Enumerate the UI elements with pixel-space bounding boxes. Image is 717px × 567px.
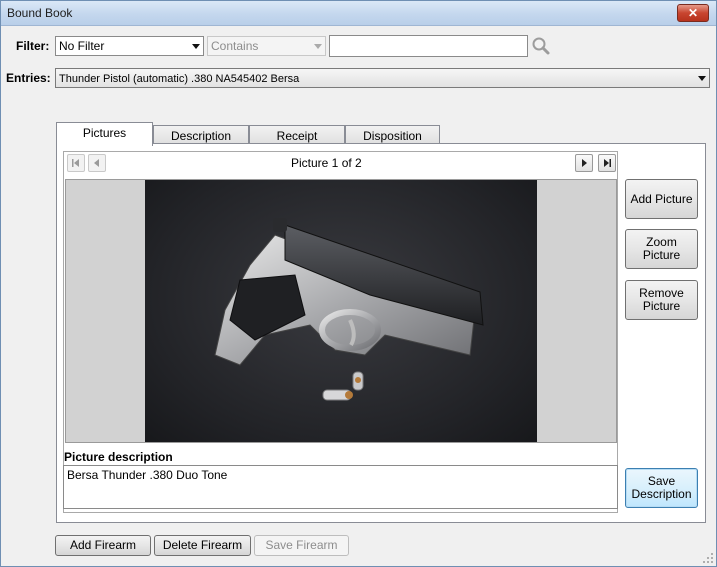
picture-description-value: Bersa Thunder .380 Duo Tone	[67, 468, 228, 482]
last-icon	[604, 159, 611, 167]
remove-picture-label-line2: Picture	[642, 299, 681, 313]
chevron-down-icon	[698, 76, 706, 81]
chevron-down-icon	[192, 44, 200, 49]
zoom-picture-button[interactable]: Zoom Picture	[625, 229, 698, 269]
delete-firearm-button[interactable]: Delete Firearm	[154, 535, 251, 556]
first-icon	[72, 159, 79, 167]
save-description-label-line2: Description	[631, 487, 692, 501]
add-picture-label: Add Picture	[630, 191, 693, 206]
close-icon: ✕	[687, 6, 699, 20]
tab-pictures[interactable]: Pictures	[56, 122, 153, 146]
next-picture-button[interactable]	[575, 154, 593, 172]
save-description-button[interactable]: Save Description	[625, 468, 698, 508]
resize-grip-icon[interactable]	[702, 552, 714, 564]
tab-description-label: Description	[170, 129, 232, 143]
filter-operator-select: Contains	[207, 36, 326, 56]
filter-label: Filter:	[16, 39, 50, 53]
zoom-picture-label-line2: Picture	[642, 248, 681, 262]
tab-description[interactable]: Description	[153, 125, 249, 145]
tab-pictures-label: Pictures	[82, 126, 127, 140]
add-firearm-label: Add Firearm	[69, 538, 137, 552]
tab-disposition-label: Disposition	[363, 129, 422, 143]
picture-description-input[interactable]: Bersa Thunder .380 Duo Tone	[63, 465, 618, 509]
search-button[interactable]	[531, 36, 551, 56]
add-firearm-button[interactable]: Add Firearm	[55, 535, 151, 556]
close-button[interactable]: ✕	[677, 4, 709, 22]
previous-picture-button[interactable]	[88, 154, 106, 172]
picture-description-label: Picture description	[64, 450, 173, 464]
chevron-down-icon	[314, 44, 322, 49]
tab-receipt-label: Receipt	[276, 129, 318, 143]
previous-icon	[94, 159, 99, 167]
add-picture-button[interactable]: Add Picture	[625, 179, 698, 219]
pistol-image	[214, 218, 484, 401]
next-icon	[582, 159, 587, 167]
entries-select[interactable]: Thunder Pistol (automatic) .380 NA545402…	[55, 68, 710, 88]
picture-counter: Picture 1 of 2	[291, 156, 362, 170]
entries-label: Entries:	[6, 71, 51, 85]
filter-search-input[interactable]	[329, 35, 528, 57]
filter-field-value: No Filter	[59, 39, 105, 53]
save-firearm-label: Save Firearm	[265, 538, 338, 552]
save-firearm-button: Save Firearm	[254, 535, 349, 556]
last-picture-button[interactable]	[598, 154, 616, 172]
search-icon	[532, 37, 550, 55]
bound-book-window: Bound Book ✕ Filter: No Filter Contains …	[0, 0, 717, 567]
tab-receipt[interactable]: Receipt	[249, 125, 345, 145]
first-picture-button[interactable]	[67, 154, 85, 172]
filter-operator-value: Contains	[211, 39, 259, 53]
window-title: Bound Book	[7, 6, 73, 20]
remove-picture-button[interactable]: Remove Picture	[625, 280, 698, 320]
tab-disposition[interactable]: Disposition	[345, 125, 440, 145]
delete-firearm-label: Delete Firearm	[162, 538, 243, 552]
title-bar: Bound Book ✕	[1, 1, 716, 26]
firearm-photo	[145, 180, 537, 442]
entries-selected-value: Thunder Pistol (automatic) .380 NA545402…	[59, 73, 300, 85]
filter-field-select[interactable]: No Filter	[55, 36, 204, 56]
